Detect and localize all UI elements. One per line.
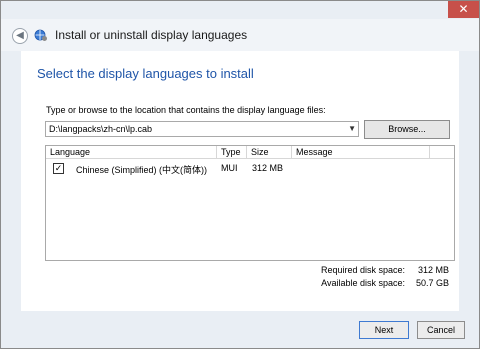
column-header-filler: [430, 146, 454, 159]
browse-button[interactable]: Browse...: [364, 120, 450, 139]
language-checkbox[interactable]: ✓: [53, 163, 64, 174]
window-title: Install or uninstall display languages: [55, 28, 248, 42]
content-panel: Select the display languages to install …: [21, 51, 459, 311]
available-space-label: Available disk space:: [321, 278, 405, 288]
path-value: D:\langpacks\zh-cn\lp.cab: [49, 124, 153, 134]
cancel-button[interactable]: Cancel: [417, 321, 465, 339]
next-button[interactable]: Next: [359, 321, 409, 339]
path-label: Type or browse to the location that cont…: [46, 105, 326, 115]
column-header-type[interactable]: Type: [217, 146, 247, 159]
back-button[interactable]: ◀: [12, 28, 28, 44]
wizard-header: ◀ Install or uninstall display languages: [1, 19, 479, 51]
wizard-window: ✕ ◀ Install or uninstall display languag…: [0, 0, 480, 349]
column-header-size[interactable]: Size: [247, 146, 292, 159]
back-arrow-icon: ◀: [16, 30, 24, 41]
row-size: 312 MB: [252, 163, 284, 173]
column-header-message[interactable]: Message: [292, 146, 430, 159]
required-space-value: 312 MB: [417, 265, 449, 275]
row-language: Chinese (Simplified) (中文(简体)): [76, 165, 208, 175]
button-bar: Next Cancel: [1, 312, 479, 348]
close-icon: ✕: [458, 2, 469, 16]
chevron-down-icon[interactable]: ▼: [348, 122, 356, 136]
required-space-label: Required disk space:: [320, 265, 405, 275]
column-header-language[interactable]: Language: [46, 146, 217, 159]
close-button[interactable]: ✕: [448, 1, 479, 18]
table-row[interactable]: ✓ Chinese (Simplified) (中文(简体)) MUI 312 …: [46, 160, 454, 175]
language-list[interactable]: Language Type Size Message ✓ Chinese (Si…: [45, 145, 455, 261]
row-type: MUI: [221, 163, 238, 173]
language-settings-icon: [34, 29, 47, 41]
available-space-value: 50.7 GB: [415, 278, 449, 288]
page-heading: Select the display languages to install: [37, 66, 254, 81]
path-combobox[interactable]: D:\langpacks\zh-cn\lp.cab ▼: [45, 121, 359, 137]
